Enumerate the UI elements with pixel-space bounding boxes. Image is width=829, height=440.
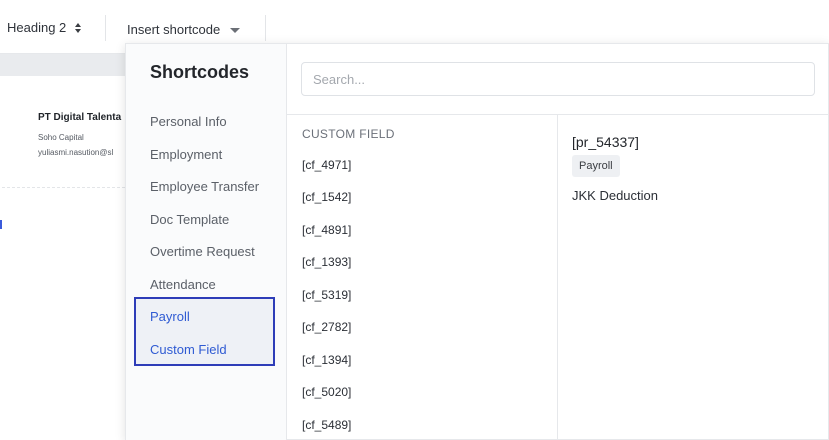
field-item[interactable]: [cf_1394] [302, 353, 351, 367]
field-item[interactable]: [cf_5319] [302, 288, 351, 302]
field-item[interactable]: [cf_4971] [302, 158, 351, 172]
insert-shortcode-label: Insert shortcode [127, 22, 221, 37]
category-doc-template[interactable]: Doc Template [150, 212, 229, 227]
text-cursor-marker [0, 220, 2, 229]
category-payroll[interactable]: Payroll [150, 309, 190, 324]
company-name: PT Digital Talenta [38, 112, 122, 123]
category-custom-field[interactable]: Custom Field [150, 342, 227, 357]
shortcode-description: JKK Deduction [572, 188, 658, 203]
document-header-strip [0, 54, 140, 76]
heading-select-label: Heading 2 [7, 20, 67, 35]
category-badge: Payroll [572, 155, 620, 177]
category-attendance[interactable]: Attendance [150, 277, 216, 292]
sort-updown-icon [74, 22, 82, 34]
insert-shortcode-button[interactable]: Insert shortcode [127, 22, 241, 37]
field-group-heading: CUSTOM FIELD [302, 127, 395, 141]
toolbar-divider [265, 15, 266, 41]
category-personal-info[interactable]: Personal Info [150, 114, 227, 129]
field-item[interactable]: [cf_2782] [302, 320, 351, 334]
document-header-card [2, 76, 140, 188]
category-employee-transfer[interactable]: Employee Transfer [150, 179, 259, 194]
field-list-column: CUSTOM FIELD [cf_4971] [cf_1542] [cf_489… [287, 114, 558, 440]
shortcode-detail-column: [pr_54337] Payroll JKK Deduction [558, 114, 829, 440]
field-item[interactable]: [cf_4891] [302, 223, 351, 237]
shortcode-code[interactable]: [pr_54337] [572, 134, 639, 150]
search-box [301, 62, 815, 96]
shortcodes-panel: Shortcodes Personal Info Employment Empl… [125, 43, 829, 440]
company-email: yuliasmi.nasution@sl [38, 148, 114, 157]
toolbar-divider [105, 15, 106, 41]
category-overtime-request[interactable]: Overtime Request [150, 244, 255, 259]
search-input[interactable] [302, 63, 814, 95]
panel-title: Shortcodes [150, 62, 250, 82]
category-employment[interactable]: Employment [150, 147, 222, 162]
field-item[interactable]: [cf_1542] [302, 190, 351, 204]
field-item[interactable]: [cf_5489] [302, 418, 351, 432]
field-item[interactable]: [cf_5020] [302, 385, 351, 399]
company-subtitle: Soho Capital [38, 133, 84, 142]
caret-down-icon [230, 28, 241, 33]
field-item[interactable]: [cf_1393] [302, 255, 351, 269]
heading-select[interactable]: Heading 2 [7, 20, 82, 35]
category-column: Shortcodes Personal Info Employment Empl… [126, 44, 287, 440]
